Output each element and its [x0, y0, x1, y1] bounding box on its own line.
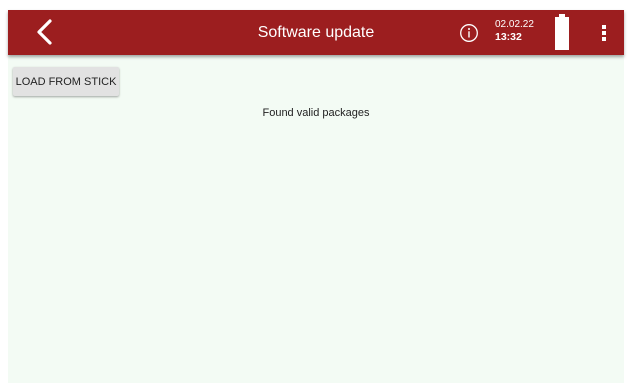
info-button[interactable]: [459, 23, 479, 43]
load-from-stick-button[interactable]: LOAD FROM STICK: [13, 67, 119, 96]
date-text: 02.02.22: [495, 19, 534, 30]
more-vertical-icon: [602, 25, 606, 41]
chevron-left-icon: [37, 19, 52, 45]
battery-full-icon: [555, 14, 569, 50]
app-bar: Software update 02.02.22 13:32: [8, 10, 624, 55]
status-message: Found valid packages: [262, 107, 370, 119]
back-button[interactable]: [30, 16, 62, 48]
clock: 02.02.22 13:32: [495, 19, 547, 43]
battery-indicator: [555, 14, 569, 50]
overflow-menu-button[interactable]: [596, 20, 612, 46]
app-window: Software update 02.02.22 13:32 LOAD FROM…: [8, 10, 624, 383]
time-text: 13:32: [495, 31, 522, 43]
info-icon: [460, 24, 478, 42]
